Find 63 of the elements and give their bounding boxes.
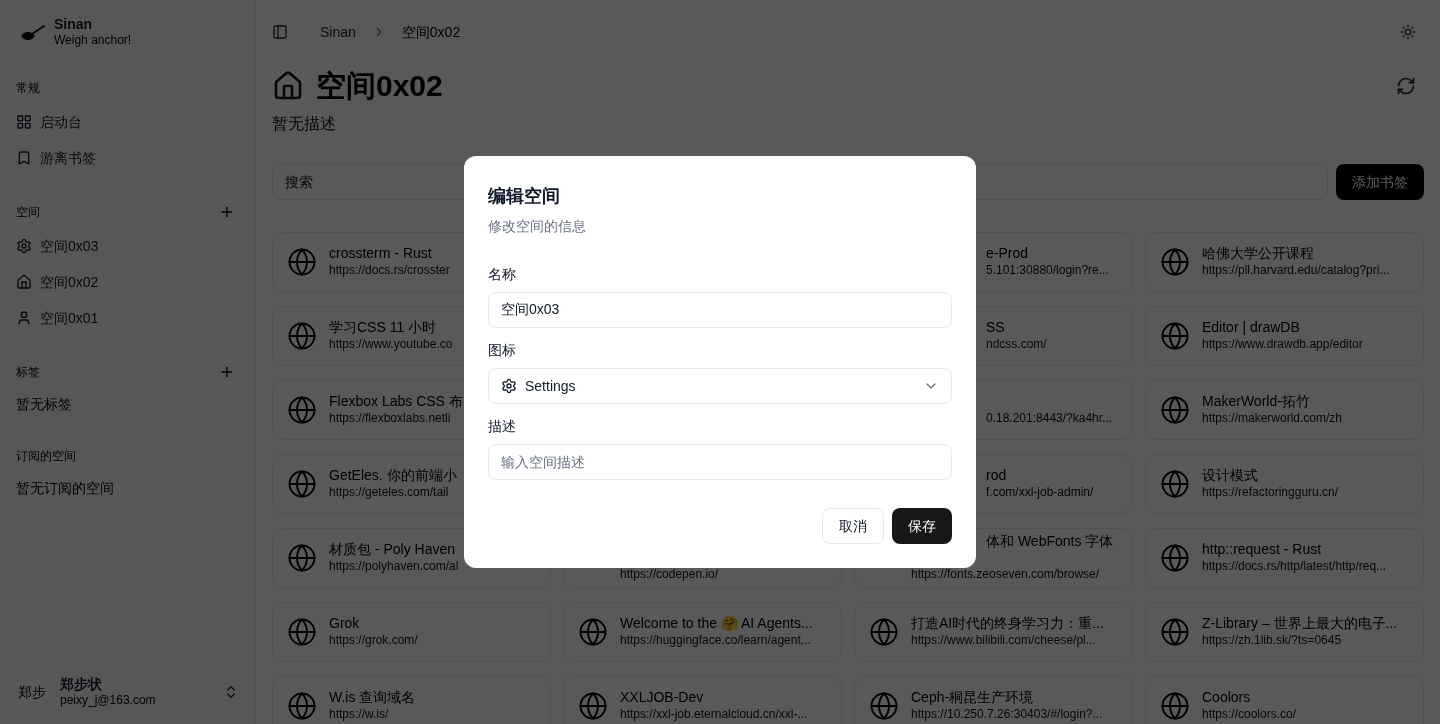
bookmark-url: https://geteles.com/tail [329,484,450,501]
bookmark-title: Coolors [1202,689,1251,706]
bookmark-url: https://docs.rs/crosster [329,262,450,279]
bookmark-title: Ceph-桐昆生产环境 [911,689,1034,706]
field-label: 描述 [488,417,517,436]
bookmark-title: GetEles. 你的前端小 [329,467,457,484]
field-label: 名称 [488,265,517,284]
bookmark-title: crossterm - Rust [329,245,432,262]
bookmark-url: https://w.is/ [329,706,390,723]
bookmark-title: XXLJOB-Dev [620,689,704,706]
bookmark-url: https://www.youtube.co [329,336,453,353]
bookmark-url: https://makerworld.com/zh [1202,410,1343,427]
bookmark-title: 体和 WebFonts 字体 [986,533,1114,550]
bookmark-url: https://grok.com/ [329,632,418,649]
bookmark-title: Z-Library – 世界上最大的电子... [1202,615,1398,632]
bookmark-title: MakerWorld-拓竹 [1202,393,1310,410]
bookmark-url: https://polyhaven.com/al [329,558,459,575]
bookmark-url: https://www.drawdb.app/editor [1202,336,1363,353]
section-title: 空间 [16,204,40,220]
bookmark-title: W.is 查询域名 [329,689,416,706]
bookmark-title: 哈佛大学公开课程 [1202,245,1314,262]
bookmark-url: https://10.250.7.26:30403/#/login?... [911,706,1103,723]
bookmark-title: Flexbox Labs CSS 布 [329,393,463,410]
bookmark-title: 设计模式 [1202,467,1258,484]
app-tagline: Weigh anchor! [54,32,132,48]
dialog-title: 编辑空间 [488,185,561,208]
bookmark-url: f.com/xxl-job-admin/ [986,484,1094,501]
user-email: peixy_j@163.com [60,692,157,708]
bookmark-url: https://huggingface.co/learn/agent... [620,632,812,649]
page-description: 暂无描述 [272,114,337,134]
user-name: 郑步状 [60,676,103,692]
empty-text: 暂无标签 [16,395,73,414]
bookmark-title: SS [986,319,1005,336]
bookmark-url: https://coolors.co/ [1202,706,1297,723]
bookmark-url: https://xxl-job.eternalcloud.cn/xxl-... [620,706,808,723]
bookmark-url: https://flexboxlabs.netli [329,410,452,427]
bookmark-title: 学习CSS 11 小时 [329,319,437,336]
page-title: 空间0x02 [316,68,443,104]
section-title: 常规 [16,80,40,96]
bookmark-title: Welcome to the 🤗 AI Agents... [620,615,813,632]
bookmark-title: 打造AI时代的终身学习力：重... [911,615,1104,632]
bookmark-url: https://www.bilibili.com/cheese/pl... [911,632,1097,649]
bookmark-url: https://docs.rs/http/latest/http/req... [1202,558,1387,575]
bookmark-title: e-Prod [986,245,1029,262]
bookmark-title: Editor | drawDB [1202,319,1300,336]
section-title: 订阅的空间 [16,448,76,464]
bookmark-url: https://codepen.io/ [620,566,719,583]
bookmark-url: https://fonts.zeoseven.com/browse/ [911,566,1101,583]
bookmark-url: https://refactoringguru.cn/ [1202,484,1339,501]
bookmark-title: Grok [329,615,360,632]
section-title: 标签 [16,364,40,380]
empty-text: 暂无订阅的空间 [16,479,115,498]
bookmark-title: http::request - Rust [1202,541,1322,558]
bookmark-title: rod [986,467,1007,484]
bookmark-url: ndcss.com/ [986,336,1047,353]
bookmark-url: https://zh.1lib.sk/?ts=0645 [1202,632,1343,649]
field-label: 图标 [488,341,517,360]
app-name: Sinan [54,16,94,32]
bookmark-url: 5.101:30880/login?re... [986,262,1109,279]
breadcrumb-item: 空间0x02 [401,23,461,42]
bookmark-title: 材质包 - Poly Haven [329,541,456,558]
bookmark-url: https://pll.harvard.edu/catalog?pri... [1202,262,1390,279]
bookmark-url: 0.18.201:8443/?ka4hr... [986,410,1113,427]
